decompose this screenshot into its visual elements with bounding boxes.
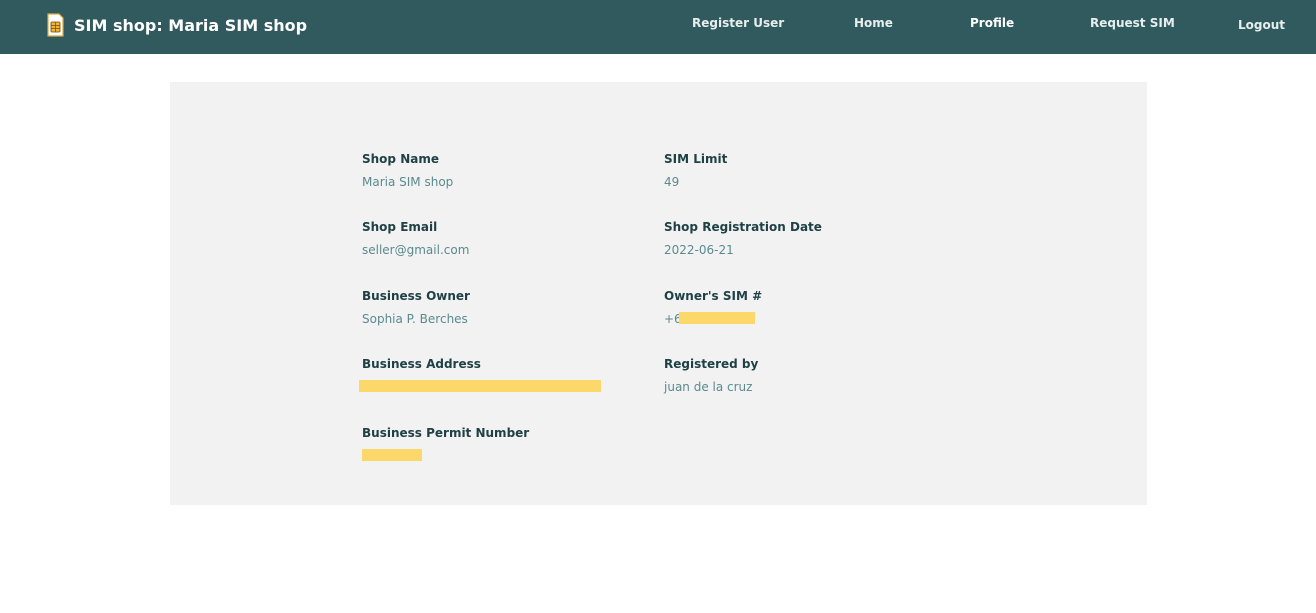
registration-date-field: Shop Registration Date 2022-06-21 bbox=[664, 220, 822, 257]
business-address-label: Business Address bbox=[362, 357, 481, 371]
sim-limit-value: 49 bbox=[664, 175, 680, 189]
business-owner-value: Sophia P. Berches bbox=[362, 312, 468, 326]
nav-link-register-user[interactable]: Register User bbox=[692, 16, 784, 30]
redaction-block bbox=[362, 449, 422, 461]
profile-card: Shop Name Maria SIM shop Shop Email sell… bbox=[170, 82, 1147, 505]
business-address-field: Business Address bbox=[359, 357, 601, 394]
shop-email-field: Shop Email seller@gmail.com bbox=[362, 220, 469, 257]
shop-email-label: Shop Email bbox=[362, 220, 438, 234]
nav-link-request-sim[interactable]: Request SIM bbox=[1090, 16, 1175, 30]
nav-link-logout[interactable]: Logout bbox=[1238, 18, 1285, 32]
redaction-block bbox=[679, 312, 755, 324]
business-permit-label: Business Permit Number bbox=[362, 426, 530, 440]
shop-email-value: seller@gmail.com bbox=[362, 243, 470, 257]
business-permit-value bbox=[362, 449, 529, 463]
brand[interactable]: SIM shop: Maria SIM shop bbox=[47, 11, 307, 39]
shop-name-field: Shop Name Maria SIM shop bbox=[362, 152, 453, 189]
redaction-block bbox=[359, 380, 601, 392]
registered-by-field: Registered by juan de la cruz bbox=[664, 357, 758, 394]
business-address-value bbox=[359, 380, 601, 394]
business-owner-field: Business Owner Sophia P. Berches bbox=[362, 289, 470, 326]
registered-by-value: juan de la cruz bbox=[664, 380, 753, 394]
nav-link-profile[interactable]: Profile bbox=[970, 16, 1014, 30]
owner-sim-field: Owner's SIM # +6 bbox=[664, 289, 762, 326]
brand-title: SIM shop: Maria SIM shop bbox=[74, 15, 308, 35]
business-permit-field: Business Permit Number bbox=[362, 426, 529, 463]
sim-limit-label: SIM Limit bbox=[664, 152, 728, 166]
owner-sim-value: +6 bbox=[664, 312, 762, 326]
shop-name-label: Shop Name bbox=[362, 152, 439, 166]
sim-limit-field: SIM Limit 49 bbox=[664, 152, 727, 189]
shop-name-value: Maria SIM shop bbox=[362, 175, 454, 189]
top-navbar: SIM shop: Maria SIM shop Register User H… bbox=[0, 0, 1316, 54]
owner-sim-label: Owner's SIM # bbox=[664, 289, 763, 303]
nav-link-home[interactable]: Home bbox=[854, 16, 893, 30]
registration-date-label: Shop Registration Date bbox=[664, 220, 822, 234]
registered-by-label: Registered by bbox=[664, 357, 759, 371]
sim-card-icon bbox=[47, 13, 64, 37]
registration-date-value: 2022-06-21 bbox=[664, 243, 734, 257]
business-owner-label: Business Owner bbox=[362, 289, 470, 303]
